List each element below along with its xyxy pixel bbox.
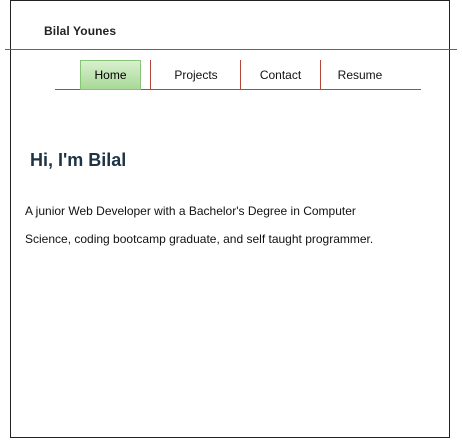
nav-item-contact[interactable]: Contact <box>241 60 320 89</box>
nav-item-projects[interactable]: Projects <box>151 60 241 89</box>
main-nav: Home Projects Contact Resume <box>55 60 421 90</box>
intro-paragraph: A junior Web Developer with a Bachelor's… <box>25 197 405 253</box>
nav-item-home[interactable]: Home <box>80 60 141 90</box>
site-brand[interactable]: Bilal Younes <box>44 24 116 38</box>
viewport: Bilal Younes Home Projects Contact Resum… <box>0 0 462 441</box>
page-heading: Hi, I'm Bilal <box>30 150 127 170</box>
header-divider <box>5 49 457 50</box>
intro-line: A junior Web Developer with a Bachelor's… <box>25 204 356 218</box>
intro-line: Science, coding bootcamp graduate, and s… <box>25 232 374 246</box>
nav-item-resume[interactable]: Resume <box>321 60 399 89</box>
